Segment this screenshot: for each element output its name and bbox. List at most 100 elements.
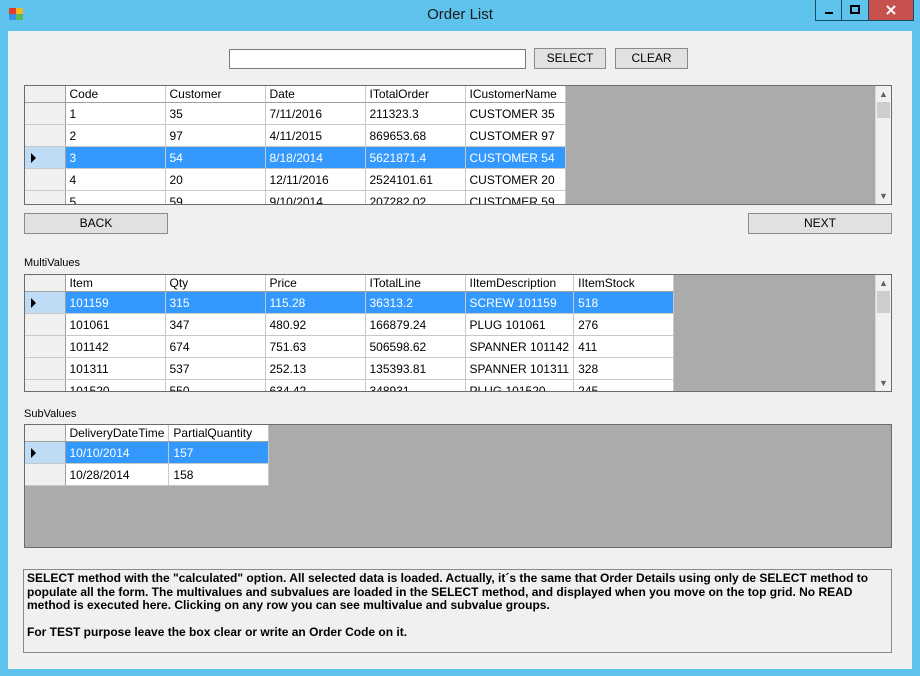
table-cell[interactable]: 9/10/2014: [265, 190, 366, 204]
table-row[interactable]: 1 35 7/11/2016 211323.3 CUSTOMER 35: [25, 102, 566, 125]
table-cell[interactable]: 166879.24: [365, 313, 466, 336]
column-header[interactable]: IItemDescription: [465, 275, 575, 292]
minimize-button[interactable]: [815, 0, 842, 21]
title-bar[interactable]: Order List: [0, 0, 920, 30]
row-header[interactable]: [25, 441, 66, 464]
back-button[interactable]: BACK: [24, 213, 168, 234]
table-cell[interactable]: CUSTOMER 59: [465, 190, 566, 204]
table-cell[interactable]: 4: [65, 168, 166, 191]
table-cell[interactable]: 207282.02: [365, 190, 466, 204]
table-cell[interactable]: 276: [573, 313, 675, 336]
scroll-up-icon[interactable]: ▲: [876, 86, 891, 102]
table-cell[interactable]: 12/11/2016: [265, 168, 366, 191]
column-header[interactable]: PartialQuantity: [168, 425, 270, 442]
table-cell[interactable]: 135393.81: [365, 357, 466, 380]
table-cell[interactable]: 101142: [65, 335, 166, 358]
table-cell[interactable]: 101061: [65, 313, 166, 336]
row-header[interactable]: [25, 335, 66, 358]
column-header[interactable]: ITotalLine: [365, 275, 466, 292]
table-cell[interactable]: 10/28/2014: [65, 463, 170, 486]
column-header[interactable]: ITotalOrder: [365, 86, 466, 103]
table-cell[interactable]: 101159: [65, 291, 166, 314]
subvalues-grid[interactable]: DeliveryDateTime PartialQuantity 10/10/20…: [24, 424, 892, 548]
table-cell[interactable]: 101520: [65, 379, 166, 391]
column-header[interactable]: Customer: [165, 86, 266, 103]
table-row[interactable]: 2 97 4/11/2015 869653.68 CUSTOMER 97: [25, 124, 566, 147]
table-cell[interactable]: 550: [165, 379, 266, 391]
column-header[interactable]: Item: [65, 275, 166, 292]
table-row[interactable]: 101159 315 115.28 36313.2 SCREW 101159 518: [25, 291, 675, 314]
table-cell[interactable]: 36313.2: [365, 291, 466, 314]
row-header[interactable]: [25, 124, 66, 147]
scroll-thumb[interactable]: [877, 291, 890, 313]
table-cell[interactable]: 158: [168, 463, 270, 486]
table-row[interactable]: 101061 347 480.92 166879.24 PLUG 101061 276: [25, 313, 675, 336]
table-cell[interactable]: 101311: [65, 357, 166, 380]
order-code-input[interactable]: [229, 49, 526, 69]
table-row[interactable]: 10/10/2014 157: [25, 441, 270, 464]
table-cell[interactable]: CUSTOMER 97: [465, 124, 566, 147]
table-cell[interactable]: CUSTOMER 54: [465, 146, 566, 169]
table-cell[interactable]: 315: [165, 291, 266, 314]
table-cell[interactable]: 5: [65, 190, 166, 204]
table-cell[interactable]: 97: [165, 124, 266, 147]
table-row[interactable]: 4 20 12/11/2016 2524101.61 CUSTOMER 20: [25, 168, 566, 191]
table-cell[interactable]: 8/18/2014: [265, 146, 366, 169]
table-cell[interactable]: 115.28: [265, 291, 366, 314]
table-cell[interactable]: PLUG 101061: [465, 313, 575, 336]
scroll-up-icon[interactable]: ▲: [876, 275, 891, 291]
table-cell[interactable]: 537: [165, 357, 266, 380]
column-header[interactable]: Date: [265, 86, 366, 103]
row-header[interactable]: [25, 168, 66, 191]
column-header[interactable]: ICustomerName: [465, 86, 566, 103]
column-header[interactable]: Qty: [165, 275, 266, 292]
table-cell[interactable]: 347: [165, 313, 266, 336]
table-cell[interactable]: 59: [165, 190, 266, 204]
table-cell[interactable]: 506598.62: [365, 335, 466, 358]
select-button[interactable]: SELECT: [534, 48, 606, 69]
table-cell[interactable]: 634.42: [265, 379, 366, 391]
table-row[interactable]: 3 54 8/18/2014 5621871.4 CUSTOMER 54: [25, 146, 566, 169]
table-cell[interactable]: 211323.3: [365, 102, 466, 125]
table-cell[interactable]: 348931: [365, 379, 466, 391]
table-cell[interactable]: CUSTOMER 35: [465, 102, 566, 125]
row-header[interactable]: [25, 190, 66, 204]
table-row[interactable]: 101142 674 751.63 506598.62 SPANNER 101142 41…: [25, 335, 675, 358]
table-row[interactable]: 5 59 9/10/2014 207282.02 CUSTOMER 59: [25, 190, 566, 204]
table-cell[interactable]: 480.92: [265, 313, 366, 336]
table-cell[interactable]: 674: [165, 335, 266, 358]
table-cell[interactable]: 3: [65, 146, 166, 169]
clear-button[interactable]: CLEAR: [615, 48, 688, 69]
row-header[interactable]: [25, 146, 66, 169]
table-cell[interactable]: PLUG 101520: [465, 379, 575, 391]
scroll-thumb[interactable]: [877, 102, 890, 118]
maximize-button[interactable]: [842, 0, 869, 21]
scroll-down-icon[interactable]: ▼: [876, 188, 891, 204]
table-cell[interactable]: SPANNER 101142: [465, 335, 575, 358]
table-cell[interactable]: 10/10/2014: [65, 441, 170, 464]
table-row[interactable]: 101311 537 252.13 135393.81 SPANNER 101311 32…: [25, 357, 675, 380]
table-cell[interactable]: 2524101.61: [365, 168, 466, 191]
table-cell[interactable]: 2: [65, 124, 166, 147]
scroll-down-icon[interactable]: ▼: [876, 375, 891, 391]
row-header[interactable]: [25, 313, 66, 336]
table-row[interactable]: 101520 550 634.42 348931 PLUG 101520 245: [25, 379, 675, 391]
table-cell[interactable]: SPANNER 101311: [465, 357, 575, 380]
row-header[interactable]: [25, 357, 66, 380]
column-header[interactable]: IItemStock: [573, 275, 675, 292]
table-cell[interactable]: 869653.68: [365, 124, 466, 147]
table-cell[interactable]: 252.13: [265, 357, 366, 380]
table-cell[interactable]: SCREW 101159: [465, 291, 575, 314]
table-cell[interactable]: 157: [168, 441, 270, 464]
orders-scrollbar[interactable]: ▲ ▼: [875, 86, 891, 204]
table-cell[interactable]: 4/11/2015: [265, 124, 366, 147]
table-cell[interactable]: 328: [573, 357, 675, 380]
table-cell[interactable]: 54: [165, 146, 266, 169]
close-button[interactable]: [869, 0, 914, 21]
table-cell[interactable]: 411: [573, 335, 675, 358]
column-header[interactable]: DeliveryDateTime: [65, 425, 170, 442]
column-header[interactable]: Code: [65, 86, 166, 103]
next-button[interactable]: NEXT: [748, 213, 892, 234]
row-header[interactable]: [25, 291, 66, 314]
table-cell[interactable]: 751.63: [265, 335, 366, 358]
